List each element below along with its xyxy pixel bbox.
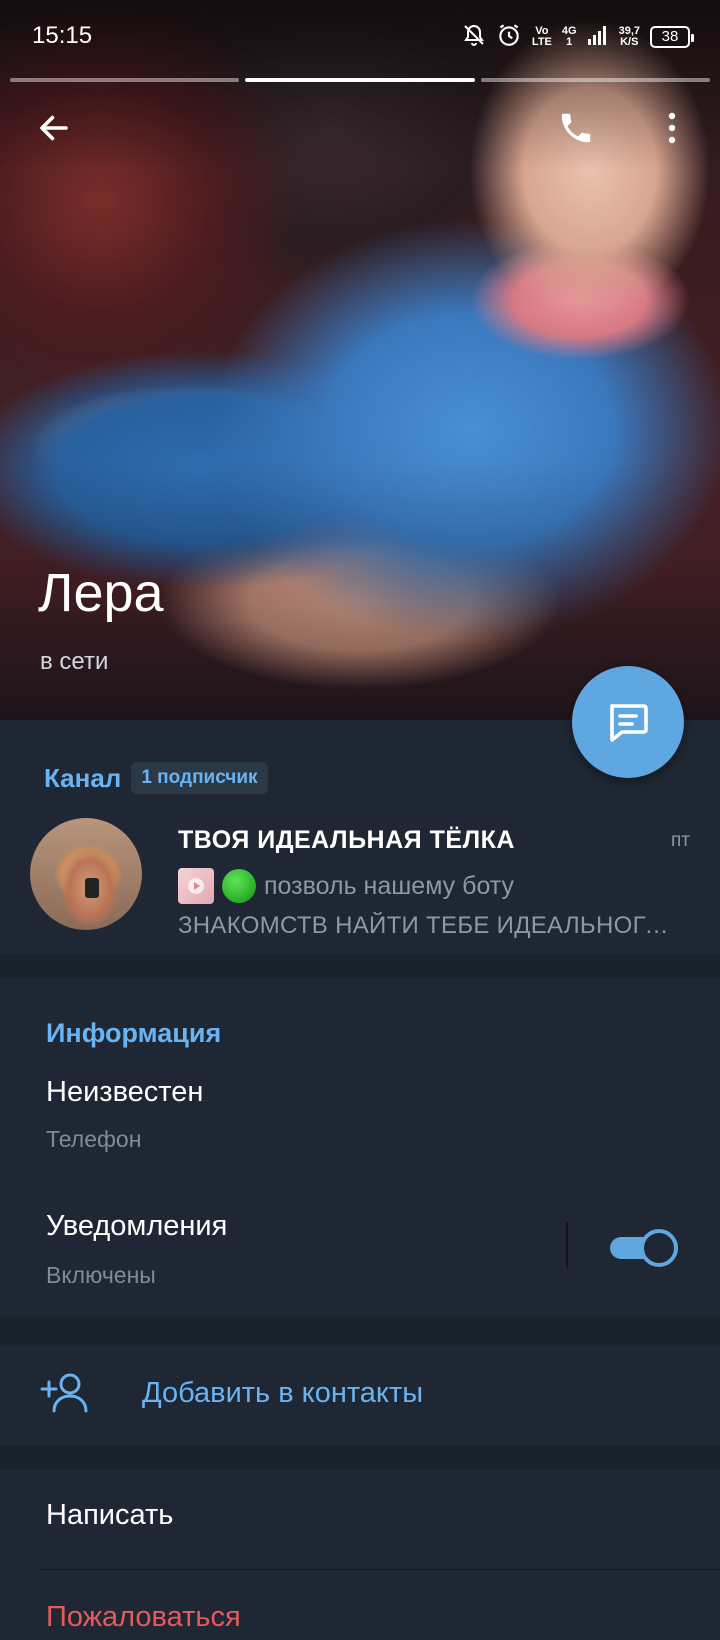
status-bar: 15:15 Vo LTE 4G 1 39,7 K/S 38 <box>0 0 720 72</box>
alarm-icon <box>496 22 522 51</box>
message-icon <box>610 704 648 742</box>
notifications-value: Уведомления <box>46 1210 228 1242</box>
phone-value: Неизвестен <box>46 1076 204 1108</box>
channel-title: ТВОЯ ИДЕАЛЬНАЯ ТЁЛКА <box>178 826 515 854</box>
profile-status: в сети <box>40 648 109 675</box>
channel-header: Канал 1 подписчик <box>44 762 268 794</box>
arrow-left-icon <box>40 115 68 141</box>
actions-section: Написать Пожаловаться <box>0 1469 720 1640</box>
phone-label: Телефон <box>46 1126 142 1152</box>
profile-name: Лера <box>38 563 164 623</box>
add-user-icon <box>40 1371 90 1415</box>
call-button[interactable] <box>548 104 604 152</box>
notifications-label: Включены <box>46 1262 156 1288</box>
bell-off-icon <box>462 23 486 50</box>
channel-avatar <box>30 818 142 930</box>
write-button[interactable]: Написать <box>46 1499 173 1532</box>
channel-time: пт <box>671 830 690 851</box>
channel-preview-line1: позволь нашему боту <box>178 868 514 904</box>
more-button[interactable] <box>650 104 694 152</box>
volte-indicator: Vo LTE <box>531 24 552 48</box>
divider <box>566 1222 568 1268</box>
story-bar-active <box>245 78 475 82</box>
network-4g-indicator: 4G 1 <box>561 24 577 48</box>
report-button[interactable]: Пожаловаться <box>46 1601 241 1634</box>
green-circle-emoji-icon <box>222 869 256 903</box>
info-header: Информация <box>46 1018 222 1048</box>
status-time: 15:15 <box>32 22 93 49</box>
notifications-toggle[interactable] <box>610 1228 678 1267</box>
info-section: Информация Неизвестен Телефон Уведомлени… <box>0 978 720 1316</box>
battery-icon: 38 <box>650 25 694 48</box>
story-bar <box>10 78 240 82</box>
channel-label: Канал <box>44 762 122 793</box>
video-thumbnail-icon <box>178 868 214 904</box>
network-speed: 39,7 K/S <box>618 24 640 48</box>
more-vertical-icon <box>668 112 676 144</box>
add-contact-label: Добавить в контакты <box>142 1377 424 1409</box>
back-button[interactable] <box>30 104 78 152</box>
add-contact-row[interactable]: Добавить в контакты <box>0 1345 720 1445</box>
phone-icon <box>561 113 591 143</box>
channel-preview-line2: ЗНАКОМСТВ НАЙТИ ТЕБЕ ИДЕАЛЬНОГО… <box>178 912 678 939</box>
story-bar <box>480 78 710 82</box>
signal-icon <box>587 24 609 49</box>
story-progress <box>10 78 710 82</box>
message-button[interactable] <box>572 666 684 778</box>
channel-preview-text: позволь нашему боту <box>264 871 515 900</box>
separator <box>40 1569 720 1570</box>
status-icons: Vo LTE 4G 1 39,7 K/S 38 <box>462 22 694 51</box>
subscribers-badge: 1 подписчик <box>131 762 268 794</box>
